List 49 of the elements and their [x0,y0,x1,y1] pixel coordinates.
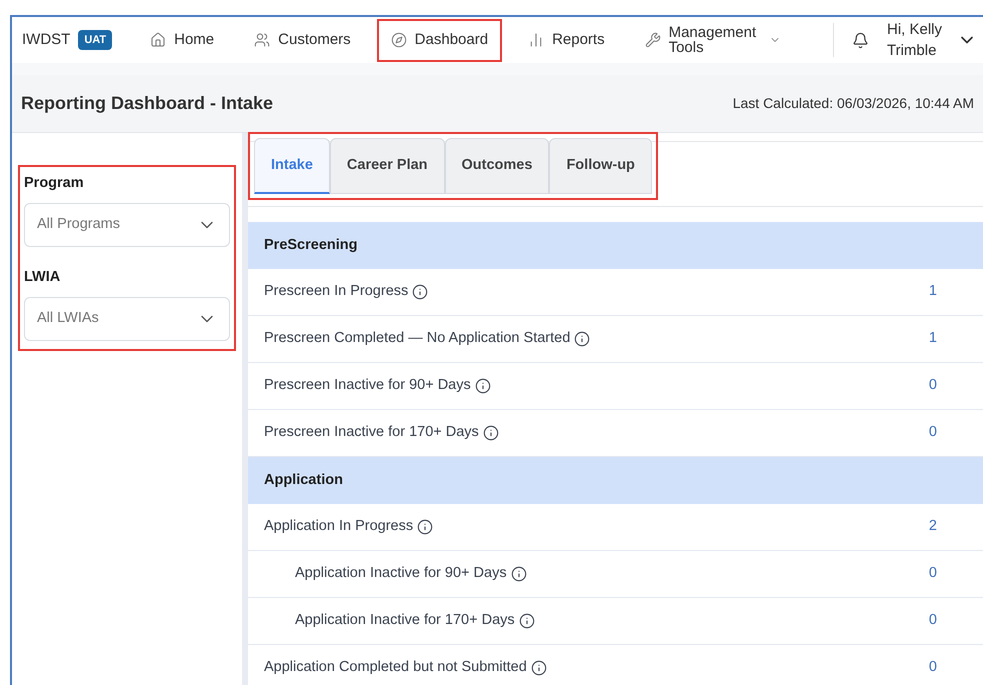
info-icon[interactable] [412,284,428,300]
info-icon[interactable] [482,425,499,441]
metric-label: Prescreen Inactive for 90+ Days [264,376,471,396]
metric-value: 1 [928,282,937,302]
metric-label: Application Inactive for 90+ Days [295,564,507,584]
compass-icon [390,32,407,48]
info-icon[interactable] [510,566,527,582]
user-greeting[interactable]: Hi, Kelly Trimble [887,19,947,61]
tab[interactable]: Intake [254,138,330,194]
dropdown-select[interactable]: All LWIAs [24,296,230,340]
info-icon[interactable] [518,613,535,629]
tab[interactable]: Career Plan [330,138,445,194]
nav-link[interactable]: Reports [514,18,619,62]
section-header: PreScreening [248,222,983,269]
metric-label: Prescreen Inactive for 170+ Days [264,423,479,442]
nav-link[interactable]: Management Tools [630,18,795,62]
metric-value: 0 [928,658,937,678]
last-calculated: Last Calculated: 06/03/2026, 10:44 AM [732,94,974,113]
nav-link[interactable]: Dashboard [376,18,502,62]
metric-label: Prescreen Completed — No Application Started [264,329,570,348]
metric-value: 2 [928,517,937,536]
filter-label: Program [24,174,85,193]
info-icon[interactable] [417,519,434,535]
bell-icon[interactable] [852,32,869,48]
tab[interactable]: Outcomes [444,138,550,194]
section-header: Application [248,457,983,504]
wrench-icon [644,32,661,48]
page-title: Reporting Dashboard - Intake [21,92,274,115]
metric-label: Prescreen In Progress [264,282,408,302]
dropdown-select[interactable]: All Programs [24,202,230,247]
nav-link[interactable]: Customers [240,18,365,62]
home-icon [150,32,166,48]
tab[interactable]: Follow-up [549,138,652,194]
info-icon[interactable] [574,331,590,347]
metric-label: Application In Progress [264,517,414,536]
metric-value: 0 [928,376,937,396]
nav-link[interactable]: Home [136,18,228,62]
users-icon [254,32,270,48]
metric-label: Application Inactive for 170+ Days [295,611,515,630]
environment-badge: UAT [78,30,112,50]
metric-label: Application Completed but not Submitted [264,658,527,678]
filter-label: LWIA [24,268,62,287]
metric-value: 0 [928,564,937,584]
info-icon[interactable] [530,660,547,676]
app-name: IWDST [22,30,70,50]
metric-value: 0 [928,611,937,630]
info-icon[interactable] [474,378,491,394]
metric-value: 0 [928,423,937,442]
metric-value: 1 [928,329,937,348]
